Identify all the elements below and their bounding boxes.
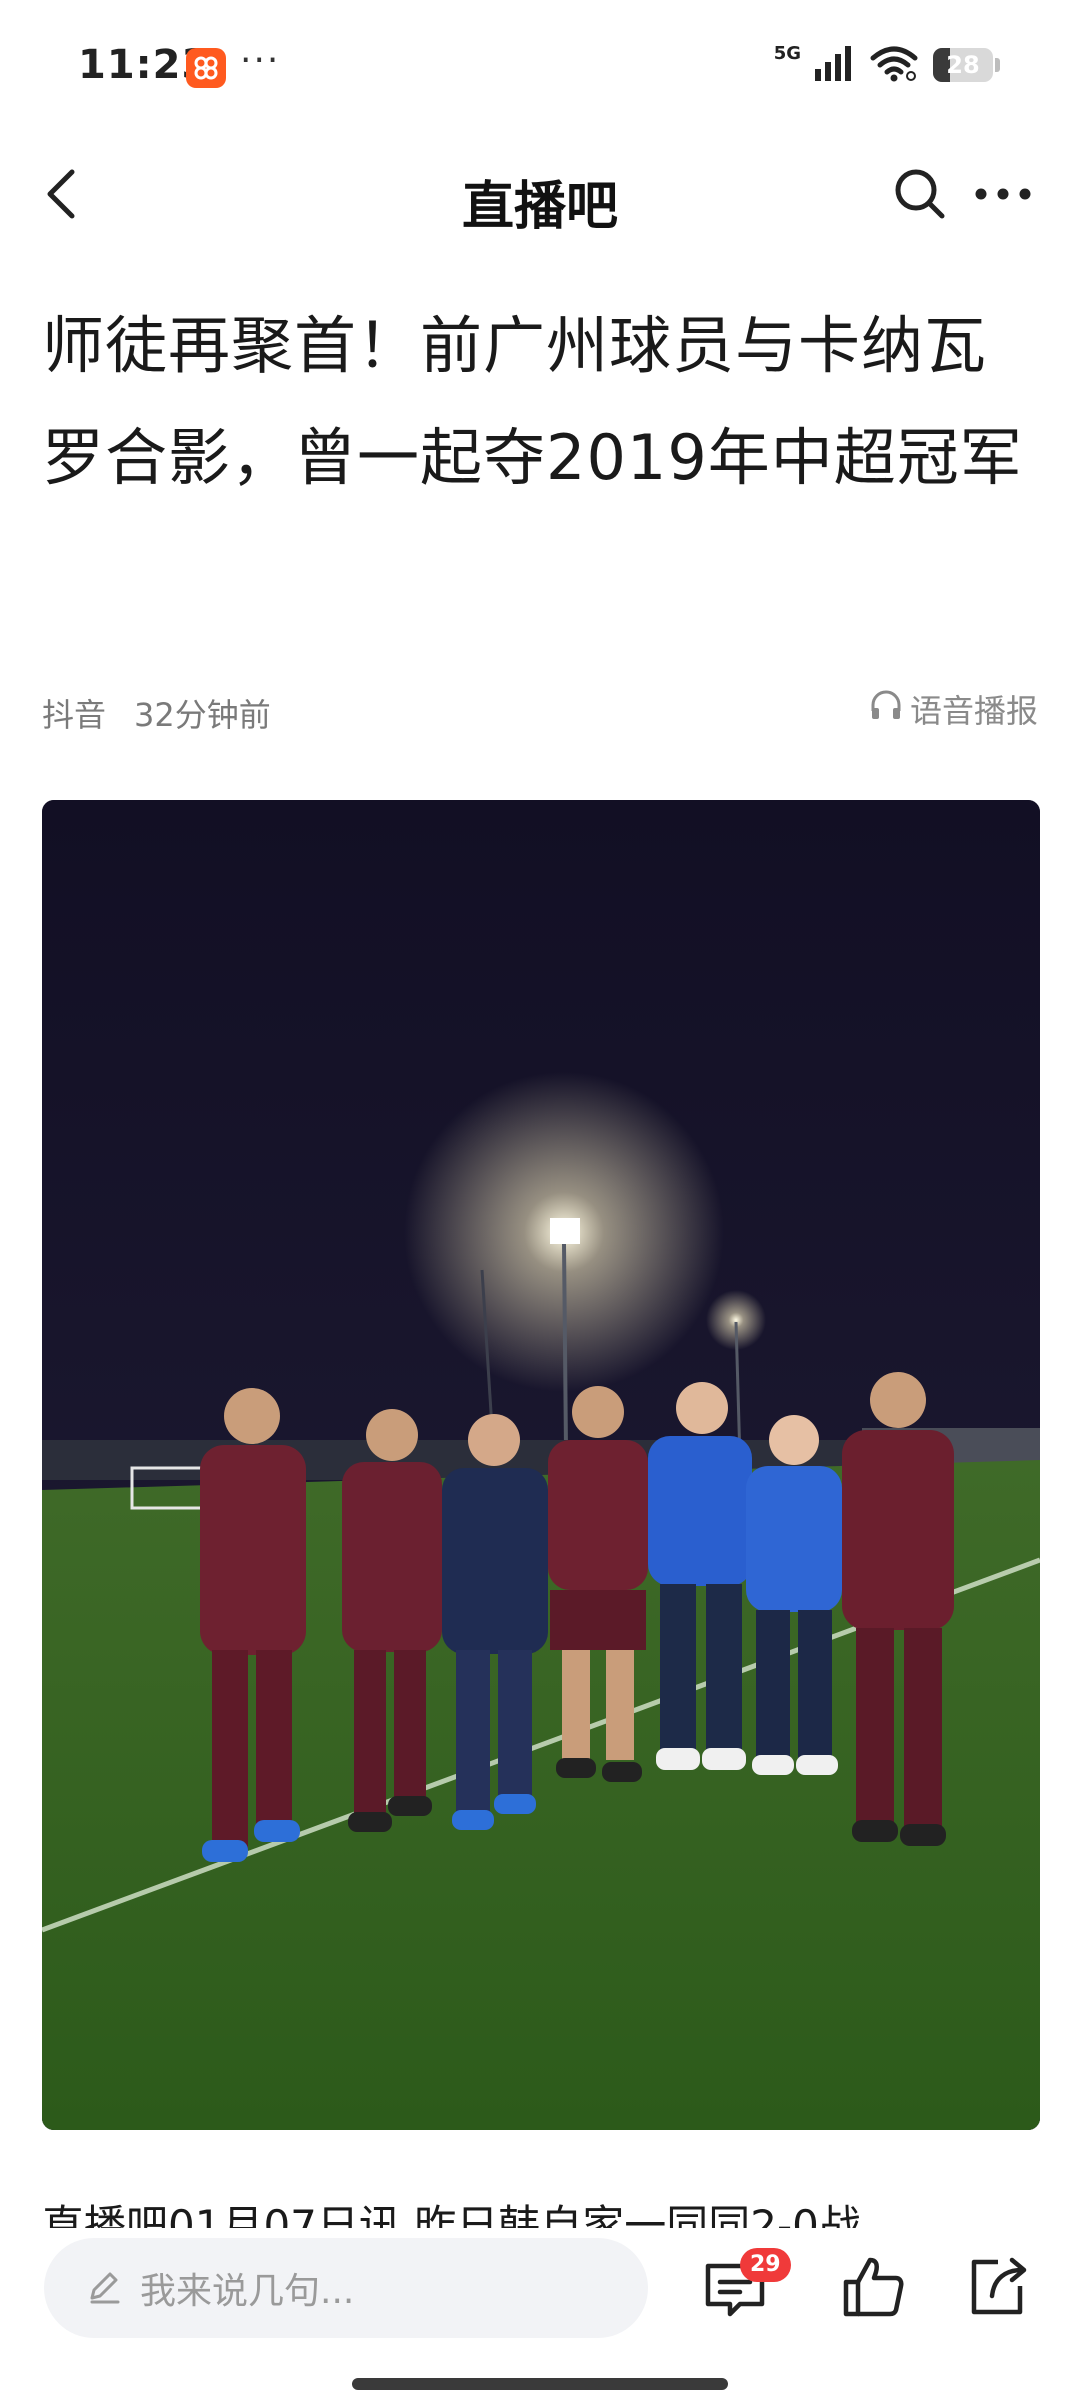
wifi-icon (869, 44, 919, 86)
network-label: 5G (773, 42, 801, 64)
battery-cap (995, 58, 1000, 72)
comment-placeholder: 我来说几句... (140, 2271, 355, 2312)
search-icon[interactable] (888, 162, 952, 226)
headphones-icon (868, 687, 904, 731)
thumbs-up-icon[interactable] (838, 2252, 908, 2322)
status-indicators: 5G 28 (773, 42, 1000, 86)
signal-icon (815, 45, 855, 85)
pencil-icon (84, 2266, 124, 2310)
battery-level: 28 (946, 51, 980, 79)
more-horizontal-icon[interactable] (968, 162, 1038, 226)
home-indicator[interactable] (352, 2378, 728, 2390)
article-photo[interactable] (42, 800, 1040, 2130)
battery-icon: 28 (933, 48, 993, 82)
comment-input[interactable]: 我来说几句... (44, 2238, 648, 2338)
article-title: 师徒再聚首！前广州球员与卡纳瓦罗合影，曾一起夺2019年中超冠军 (42, 309, 1023, 494)
status-bar: 11:23 ··· 5G 28 (0, 0, 1080, 120)
comment-count-badge: 29 (740, 2248, 791, 2282)
app-notification-icon (186, 48, 226, 88)
article-source[interactable]: 抖音 (42, 690, 106, 736)
status-more-dots: ··· (240, 40, 281, 81)
article-time: 32分钟前 (134, 696, 271, 734)
article-meta: 抖音 32分钟前 语音播报 (42, 682, 1038, 742)
audio-broadcast-button[interactable]: 语音播报 (868, 686, 1038, 732)
bottom-action-bar: 我来说几句... 29 (0, 2228, 1080, 2400)
nav-bar: 直播吧 (0, 140, 1080, 250)
article-body-preview: 直播吧01月07日讯 昨日韩自家一同同2-0战 (42, 2201, 861, 2228)
audio-broadcast-label: 语音播报 (909, 692, 1038, 730)
team-photo-illustration (42, 800, 1040, 2130)
share-icon[interactable] (962, 2252, 1032, 2322)
